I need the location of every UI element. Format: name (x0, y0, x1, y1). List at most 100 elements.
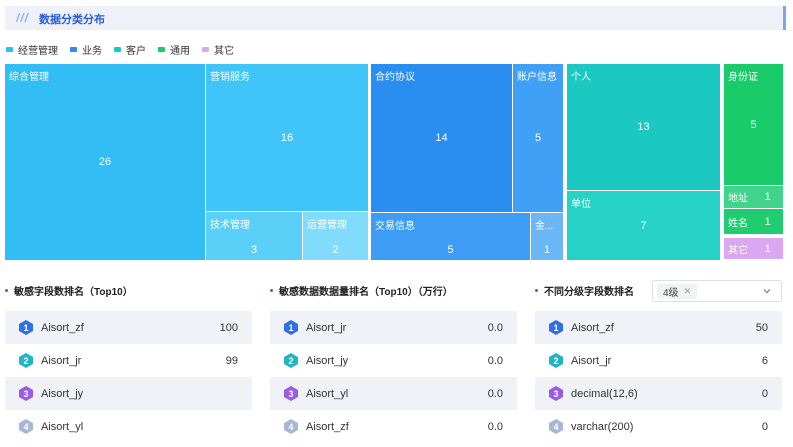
tile-label: 合约协议 (375, 72, 415, 83)
tile-value: 3 (250, 244, 258, 256)
treemap-tile[interactable]: 营销服务 16 (206, 64, 368, 211)
tile-value: 16 (280, 131, 294, 144)
ranking-row[interactable]: 4 varchar(200) 0 (535, 410, 782, 443)
legend-swatch-icon (70, 46, 77, 52)
treemap-tile[interactable]: 综合管理 26 (5, 64, 205, 260)
ranking-row[interactable]: 4 Aisort_yl (5, 410, 252, 443)
tile-value: 5 (750, 118, 757, 131)
legend-item-qita[interactable]: 其它 (202, 42, 234, 57)
treemap-tile[interactable]: 个人 13 (567, 64, 720, 190)
tile-label: 金... (535, 221, 554, 232)
rank-1-badge-icon: 1 (284, 320, 298, 335)
ranking-row[interactable]: 3 Aisort_jy (5, 377, 252, 410)
legend-label: 其它 (214, 45, 234, 57)
rank-4-badge-icon: 4 (19, 419, 33, 434)
tile-label: 身份证 (728, 72, 758, 83)
row-value: 0.0 (487, 387, 503, 400)
header-decoration-icon: /// (16, 11, 30, 25)
tile-value: 5 (447, 244, 454, 256)
row-name: Aisort_yl (306, 387, 349, 400)
legend-label: 通用 (170, 45, 190, 57)
ranking-row[interactable]: 3 decimal(12,6) 0 (535, 377, 782, 410)
title-dot-icon (535, 288, 538, 292)
treemap-tile[interactable]: 地址 1 (724, 186, 783, 208)
legend-swatch-icon (158, 46, 165, 52)
tile-value: 14 (435, 132, 448, 144)
rank-1-badge-icon: 1 (549, 320, 563, 335)
row-name: decimal(12,6) (571, 387, 638, 400)
row-value: 50 (755, 321, 768, 334)
row-value: 0 (761, 387, 768, 400)
treemap-tile[interactable]: 账户信息 5 (513, 64, 563, 212)
tile-value: 5 (534, 132, 542, 144)
treemap-tile[interactable]: 身份证 5 (724, 64, 783, 185)
panel-title: 敏感数据数据量排名（Top10）（万行） (270, 282, 453, 298)
tile-label: 其它 (728, 245, 748, 256)
category-treemap: 综合管理 26 营销服务 16 技术管理 3 运营管理 2 合约协议 14 账户… (5, 64, 783, 260)
ranking-list: 1 Aisort_jr 0.0 2 Aisort_jy 0.0 3 Aisort… (270, 311, 517, 443)
selected-level-tag[interactable]: 4级 ✕ (657, 284, 698, 299)
level-select[interactable]: 4级 ✕ (652, 280, 782, 302)
section-title: 数据分类分布 (39, 14, 105, 26)
rank-2-badge-icon: 2 (284, 353, 298, 368)
treemap-legend: 经营管理 业务 客户 通用 其它 (6, 42, 246, 57)
panel-title-text: 敏感数据数据量排名（Top10）（万行） (279, 286, 453, 298)
legend-swatch-icon (202, 46, 209, 52)
legend-item-tongyong[interactable]: 通用 (158, 42, 190, 57)
row-name: Aisort_zf (306, 420, 349, 433)
tile-value: 13 (637, 121, 650, 133)
ranking-row[interactable]: 1 Aisort_zf 50 (535, 311, 782, 344)
chevron-down-icon[interactable] (762, 286, 772, 296)
tile-value: 26 (98, 156, 112, 168)
legend-label: 经营管理 (18, 45, 58, 57)
rank-2-badge-icon: 2 (549, 353, 563, 368)
row-name: Aisort_jr (41, 354, 82, 367)
tile-label: 姓名 (728, 218, 748, 229)
tile-value: 1 (764, 191, 771, 203)
ranking-row[interactable]: 3 Aisort_yl 0.0 (270, 377, 517, 410)
rank-2-badge-icon: 2 (19, 353, 33, 368)
ranking-row[interactable]: 2 Aisort_jr 6 (535, 344, 782, 377)
legend-item-kehu[interactable]: 客户 (114, 42, 146, 57)
legend-item-yewu[interactable]: 业务 (70, 42, 102, 57)
legend-swatch-icon (6, 46, 13, 52)
row-name: Aisort_yl (41, 420, 84, 433)
treemap-tile[interactable]: 姓名 1 (724, 209, 783, 234)
panel-title-text: 不同分级字段数排名 (544, 286, 634, 298)
treemap-tile[interactable]: 金... 1 (531, 213, 563, 260)
tile-label: 技术管理 (210, 220, 250, 231)
row-value: 0.0 (487, 321, 503, 334)
ranking-row[interactable]: 4 Aisort_zf 0.0 (270, 410, 517, 443)
ranking-row[interactable]: 2 Aisort_jr 99 (5, 344, 252, 377)
treemap-tile[interactable]: 合约协议 14 (371, 64, 512, 212)
treemap-tile[interactable]: 技术管理 3 (206, 212, 302, 260)
panel-title: 敏感字段数排名（Top10） (5, 282, 133, 298)
row-name: Aisort_jr (306, 321, 347, 334)
row-name: Aisort_zf (571, 321, 614, 334)
treemap-tile[interactable]: 其它 1 (724, 238, 783, 259)
rank-3-badge-icon: 3 (549, 386, 563, 401)
treemap-tile[interactable]: 交易信息 5 (371, 213, 530, 260)
tile-label: 个人 (571, 72, 591, 83)
rank-3-badge-icon: 3 (19, 386, 33, 401)
ranking-row[interactable]: 2 Aisort_jy 0.0 (270, 344, 517, 377)
title-dot-icon (5, 288, 8, 292)
row-value: 100 (219, 321, 238, 334)
sensitive-field-ranking-panel: 敏感字段数排名（Top10） 1 Aisort_zf 100 2 Aisort_… (5, 282, 252, 447)
legend-label: 业务 (82, 45, 102, 57)
row-value: 0.0 (487, 420, 503, 433)
tile-label: 综合管理 (9, 72, 49, 83)
ranking-row[interactable]: 1 Aisort_zf 100 (5, 311, 252, 344)
sensitive-volume-ranking-panel: 敏感数据数据量排名（Top10）（万行） 1 Aisort_jr 0.0 2 A… (270, 282, 517, 447)
legend-item-jingying[interactable]: 经营管理 (6, 42, 58, 57)
row-name: Aisort_jy (306, 354, 349, 367)
ranking-list: 1 Aisort_zf 50 2 Aisort_jr 6 3 decimal(1… (535, 311, 782, 443)
treemap-tile[interactable]: 运营管理 2 (303, 212, 368, 260)
ranking-list: 1 Aisort_zf 100 2 Aisort_jr 99 3 Aisort_… (5, 311, 252, 443)
rank-4-badge-icon: 4 (284, 419, 298, 434)
panel-title: 不同分级字段数排名 (535, 282, 634, 298)
ranking-row[interactable]: 1 Aisort_jr 0.0 (270, 311, 517, 344)
close-icon[interactable]: ✕ (684, 286, 692, 297)
treemap-tile[interactable]: 单位 7 (567, 191, 720, 260)
row-value: 0.0 (487, 354, 503, 367)
